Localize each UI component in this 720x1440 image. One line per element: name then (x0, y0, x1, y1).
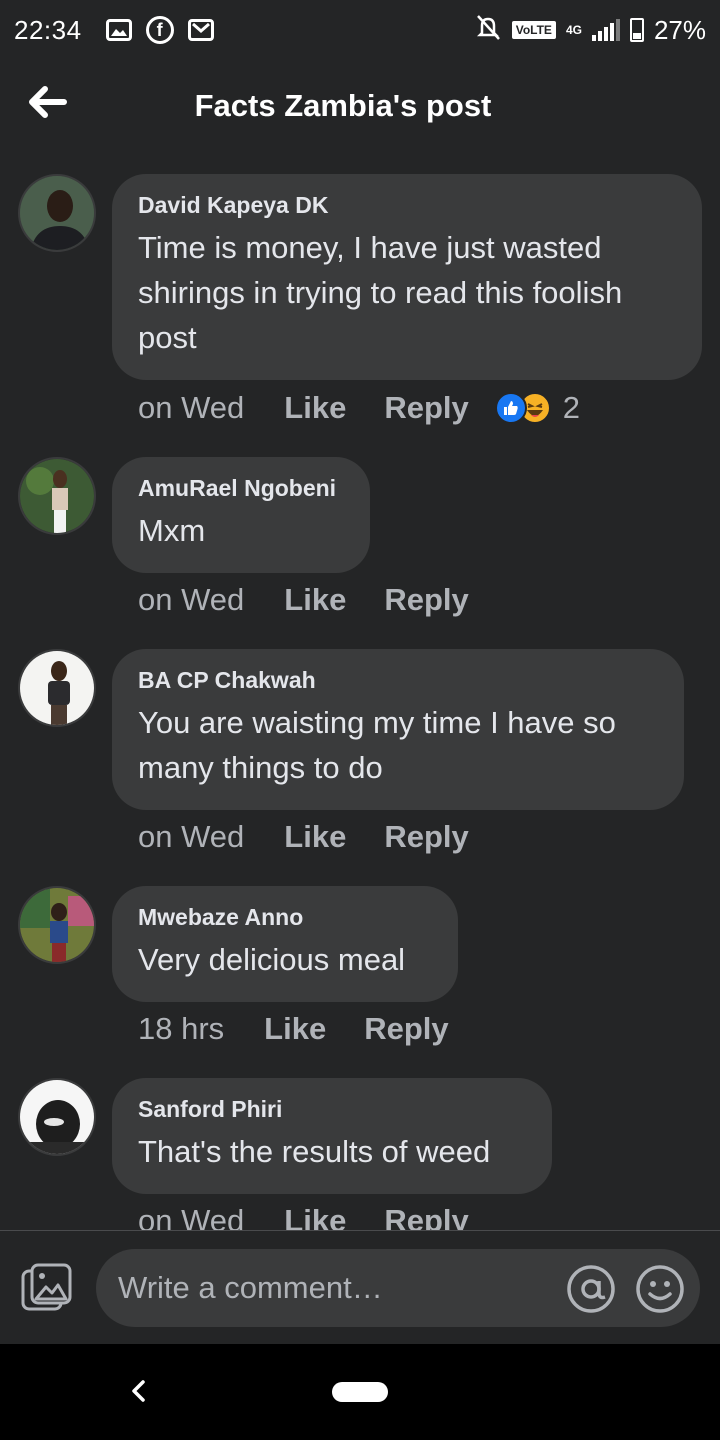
comment-actions: on Wed Like Reply (138, 819, 507, 855)
mute-icon (474, 13, 502, 48)
mention-button[interactable] (566, 1264, 616, 1314)
emoji-button[interactable] (635, 1264, 685, 1314)
comment-time[interactable]: on Wed (138, 390, 244, 426)
facebook-icon: f (145, 16, 174, 44)
comment-author[interactable]: Mwebaze Anno (138, 904, 432, 931)
comment-time[interactable]: 18 hrs (138, 1011, 224, 1047)
home-pill-button[interactable] (332, 1382, 388, 1402)
comment-actions: on Wed Like Reply (138, 582, 507, 618)
comment-text: That's the results of weed (138, 1129, 526, 1174)
like-button[interactable]: Like (264, 1011, 326, 1047)
battery-percentage: 27% (653, 14, 706, 45)
signal-icon (591, 19, 620, 41)
avatar[interactable] (18, 1078, 96, 1156)
gallery-icon (105, 19, 132, 41)
avatar[interactable] (18, 649, 96, 727)
comment-line: You are waisting my time I have so (138, 705, 616, 740)
comment-bubble[interactable]: Sanford Phiri That's the results of weed (112, 1078, 552, 1194)
comment-line: post (138, 320, 197, 355)
reply-button[interactable]: Reply (384, 819, 468, 855)
status-bar: 22:34 f VoLTE 4G 27% (0, 0, 720, 60)
battery-icon (629, 18, 644, 42)
comment-line: That's the results of weed (138, 1134, 491, 1169)
comment-composer (0, 1230, 720, 1344)
comment-bubble[interactable]: BA CP Chakwah You are waisting my time I… (112, 649, 684, 810)
comment-author[interactable]: David Kapeya DK (138, 192, 676, 219)
comment-text: Very delicious meal (138, 937, 432, 982)
comment-line: Very delicious meal (138, 942, 406, 977)
avatar[interactable] (18, 174, 96, 252)
comment-text: Time is money, I have just wasted shirin… (138, 225, 676, 360)
gmail-icon (187, 19, 214, 41)
reply-button[interactable]: Reply (364, 1011, 448, 1047)
comment-time[interactable]: on Wed (138, 1203, 244, 1230)
like-button[interactable]: Like (284, 390, 346, 426)
nav-back-button[interactable] (124, 1376, 154, 1406)
chevron-left-icon (132, 1380, 145, 1402)
avatar[interactable] (18, 886, 96, 964)
photo-button[interactable] (20, 1261, 74, 1315)
reply-button[interactable]: Reply (384, 1203, 468, 1230)
comment-text: Mxm (138, 508, 344, 553)
comment-line: shirings in trying to read this foolish (138, 275, 623, 310)
at-mention-icon (567, 1265, 615, 1313)
network-type: 4G (565, 23, 582, 37)
comment-bubble[interactable]: David Kapeya DK Time is money, I have ju… (112, 174, 702, 380)
comment-line: Time is money, I have just wasted (138, 230, 602, 265)
reaction-count: 2 (562, 390, 580, 425)
photo-icon (21, 1263, 72, 1311)
avatar[interactable] (18, 457, 96, 535)
app-header: Facts Zambia's post (0, 60, 720, 152)
like-button[interactable]: Like (284, 819, 346, 855)
comment-author[interactable]: AmuRael Ngobeni (138, 475, 344, 502)
page-title: Facts Zambia's post (194, 88, 492, 123)
comment-line: many things to do (138, 750, 383, 785)
notification-icons: f (105, 16, 214, 44)
like-reaction-icon (494, 392, 527, 424)
comment-actions: 18 hrs Like Reply (138, 1011, 487, 1047)
comment-author[interactable]: Sanford Phiri (138, 1096, 526, 1123)
reply-button[interactable]: Reply (384, 582, 468, 618)
comment-time[interactable]: on Wed (138, 582, 244, 618)
comment-text: You are waisting my time I have so many … (138, 700, 658, 790)
emoji-icon (636, 1265, 684, 1313)
comment-line: Mxm (138, 513, 206, 548)
volte-badge: VoLTE (511, 21, 556, 39)
comment-bubble[interactable]: AmuRael Ngobeni Mxm (112, 457, 370, 573)
system-status: VoLTE 4G 27% (474, 13, 706, 48)
like-button[interactable]: Like (284, 1203, 346, 1230)
comment-bubble[interactable]: Mwebaze Anno Very delicious meal (112, 886, 458, 1002)
comment-actions: on Wed Like Reply 2 (138, 390, 580, 426)
comment-author[interactable]: BA CP Chakwah (138, 667, 658, 694)
reaction-summary[interactable]: 2 (494, 390, 580, 426)
comment-actions: on Wed Like Reply (138, 1203, 507, 1230)
comment-time[interactable]: on Wed (138, 819, 244, 855)
like-button[interactable]: Like (284, 582, 346, 618)
reply-button[interactable]: Reply (384, 390, 468, 426)
status-time: 22:34 (14, 14, 82, 45)
comments-list: David Kapeya DK Time is money, I have ju… (0, 152, 720, 1230)
system-navigation-bar (0, 1344, 720, 1440)
